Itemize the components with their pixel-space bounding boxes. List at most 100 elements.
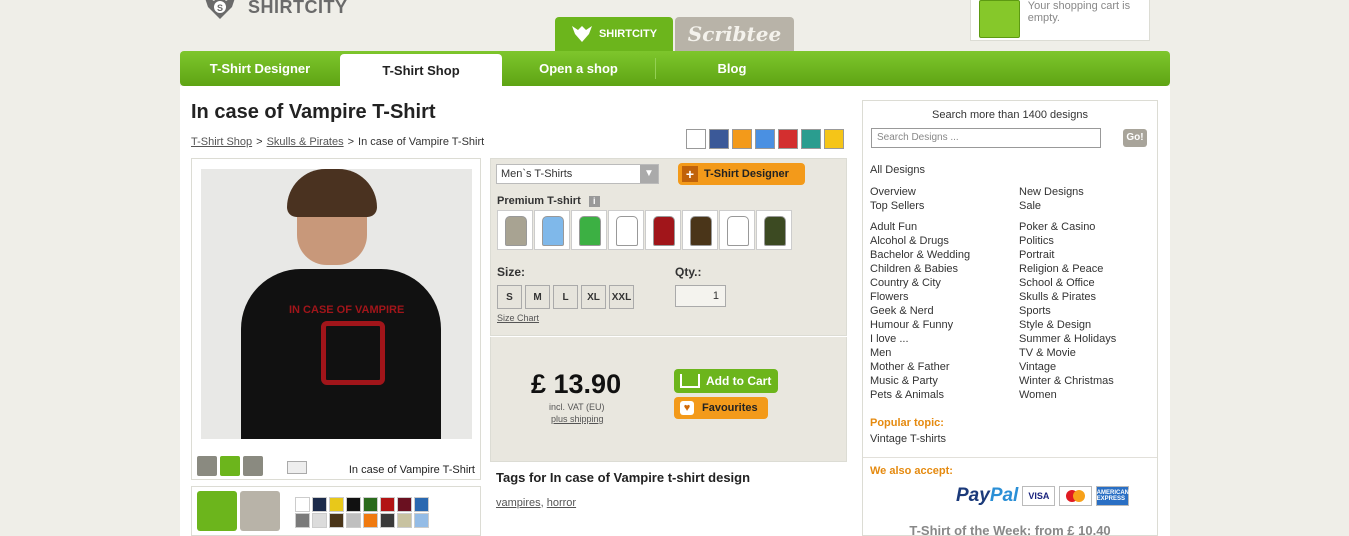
nav-tshirt-designer[interactable]: T-Shirt Designer [180, 51, 340, 86]
shopping-cart-widget[interactable]: Your shopping cart is empty. [970, 0, 1150, 41]
product-type-select[interactable]: Men`s T-Shirts ▼ [496, 164, 659, 184]
shipping-link[interactable]: plus shipping [551, 414, 604, 424]
color-swatch[interactable] [414, 497, 429, 512]
color-swatch[interactable] [363, 497, 378, 512]
color-swatch[interactable] [295, 497, 310, 512]
category-link[interactable]: Portrait [1019, 248, 1150, 262]
shirt-swatch[interactable] [645, 210, 681, 250]
category-link[interactable]: Summer & Holidays [1019, 332, 1150, 346]
color-swatch[interactable] [397, 497, 412, 512]
category-link[interactable]: Music & Party [870, 374, 1019, 388]
quantity-input[interactable]: 1 [675, 285, 726, 307]
category-link[interactable]: Vintage [1019, 360, 1150, 374]
tag-link[interactable]: vampires [496, 497, 541, 509]
color-swatch[interactable] [329, 513, 344, 528]
category-link[interactable]: Men [870, 346, 1019, 360]
category-link[interactable]: Sports [1019, 304, 1150, 318]
google-icon[interactable] [755, 129, 775, 149]
male-icon[interactable] [197, 491, 237, 531]
info-icon[interactable]: i [588, 195, 600, 207]
category-link[interactable]: Alcohol & Drugs [870, 234, 1019, 248]
category-link[interactable]: TV & Movie [1019, 346, 1150, 360]
color-swatch[interactable] [397, 513, 412, 528]
favourites-button[interactable]: ♥ Favourites [674, 397, 768, 419]
shirt-swatch[interactable] [682, 210, 718, 250]
add-to-cart-button[interactable]: Add to Cart [674, 369, 778, 393]
color-swatch[interactable] [329, 497, 344, 512]
shirt-view-icon[interactable] [197, 456, 217, 476]
shirt-swatch[interactable] [571, 210, 607, 250]
size-option[interactable]: XL [581, 285, 606, 309]
zoom-icon[interactable] [243, 456, 263, 476]
tab-shirtcity[interactable]: SHIRTCITY [555, 17, 673, 51]
size-option[interactable]: XXL [609, 285, 634, 309]
category-link[interactable]: Pets & Animals [870, 388, 1019, 402]
category-link[interactable]: Skulls & Pirates [1019, 290, 1150, 304]
category-link[interactable]: New Designs [1019, 185, 1150, 199]
download-icon[interactable] [824, 129, 844, 149]
category-link[interactable]: Bachelor & Wedding [870, 248, 1019, 262]
color-swatch[interactable] [346, 497, 361, 512]
tag-link[interactable]: horror [547, 497, 576, 509]
category-link[interactable]: Adult Fun [870, 220, 1019, 234]
category-link[interactable]: Humour & Funny [870, 318, 1019, 332]
bookmark-icon[interactable] [778, 129, 798, 149]
stumbleupon-icon[interactable] [801, 129, 821, 149]
mail-icon[interactable] [287, 461, 307, 474]
category-link[interactable]: Top Sellers [870, 199, 1019, 213]
color-swatch[interactable] [312, 497, 327, 512]
size-option[interactable]: M [525, 285, 550, 309]
category-link[interactable]: Flowers [870, 290, 1019, 304]
shirt-swatch[interactable] [719, 210, 755, 250]
female-icon[interactable] [240, 491, 280, 531]
breadcrumb-tshirt-shop[interactable]: T-Shirt Shop [191, 136, 252, 148]
category-link[interactable]: Poker & Casino [1019, 220, 1150, 234]
tshirt-designer-button[interactable]: + T-Shirt Designer [678, 163, 805, 185]
category-link[interactable]: Style & Design [1019, 318, 1150, 332]
tab-scribtee[interactable]: Scribtee [675, 17, 794, 51]
nav-tshirt-shop[interactable]: T-Shirt Shop [340, 54, 502, 86]
category-link[interactable]: Sale [1019, 199, 1150, 213]
nav-open-a-shop[interactable]: Open a shop [502, 51, 655, 86]
category-link[interactable]: Women [1019, 388, 1150, 402]
size-option[interactable]: L [553, 285, 578, 309]
facebook-icon[interactable] [709, 129, 729, 149]
color-swatch[interactable] [380, 497, 395, 512]
size-chart-link[interactable]: Size Chart [497, 313, 539, 323]
product-photo[interactable]: IN CASE OF VAMPIRE [201, 169, 472, 439]
shirt-swatch[interactable] [756, 210, 792, 250]
friendfeed-icon[interactable] [732, 129, 752, 149]
color-swatch[interactable] [414, 513, 429, 528]
category-all-designs[interactable]: All Designs [870, 164, 925, 176]
category-link[interactable]: Winter & Christmas [1019, 374, 1150, 388]
popular-topic-link[interactable]: Vintage T-shirts [870, 433, 946, 445]
category-link[interactable]: Children & Babies [870, 262, 1019, 276]
shirt-swatch[interactable] [534, 210, 570, 250]
category-link[interactable]: Overview [870, 185, 1019, 199]
size-option[interactable]: S [497, 285, 522, 309]
category-link[interactable]: School & Office [1019, 276, 1150, 290]
search-go-button[interactable]: Go! [1123, 129, 1147, 147]
nav-blog[interactable]: Blog [656, 51, 808, 86]
shirt-swatch[interactable] [608, 210, 644, 250]
color-swatch[interactable] [312, 513, 327, 528]
shirt-swatch[interactable] [497, 210, 533, 250]
category-link[interactable]: Country & City [870, 276, 1019, 290]
color-swatch[interactable] [346, 513, 361, 528]
favourites-label: Favourites [702, 402, 758, 414]
color-swatch[interactable] [363, 513, 378, 528]
category-link[interactable]: Religion & Peace [1019, 262, 1150, 276]
breadcrumb-skulls-pirates[interactable]: Skulls & Pirates [267, 136, 344, 148]
delicious-icon[interactable] [686, 129, 706, 149]
category-link[interactable]: Mother & Father [870, 360, 1019, 374]
paypal-logo-pay: Pay [956, 485, 990, 506]
color-swatch[interactable] [380, 513, 395, 528]
search-input[interactable]: Search Designs ... [871, 128, 1101, 148]
camera-icon[interactable] [220, 456, 240, 476]
category-link[interactable]: Geek & Nerd [870, 304, 1019, 318]
site-logo[interactable]: S SHIRTCITY [200, 0, 348, 20]
category-link[interactable]: Politics [1019, 234, 1150, 248]
color-swatch[interactable] [295, 513, 310, 528]
tshirt-of-the-week[interactable]: T-Shirt of the Week: from £ 10.40 [863, 523, 1157, 536]
category-link[interactable]: I love ... [870, 332, 1019, 346]
